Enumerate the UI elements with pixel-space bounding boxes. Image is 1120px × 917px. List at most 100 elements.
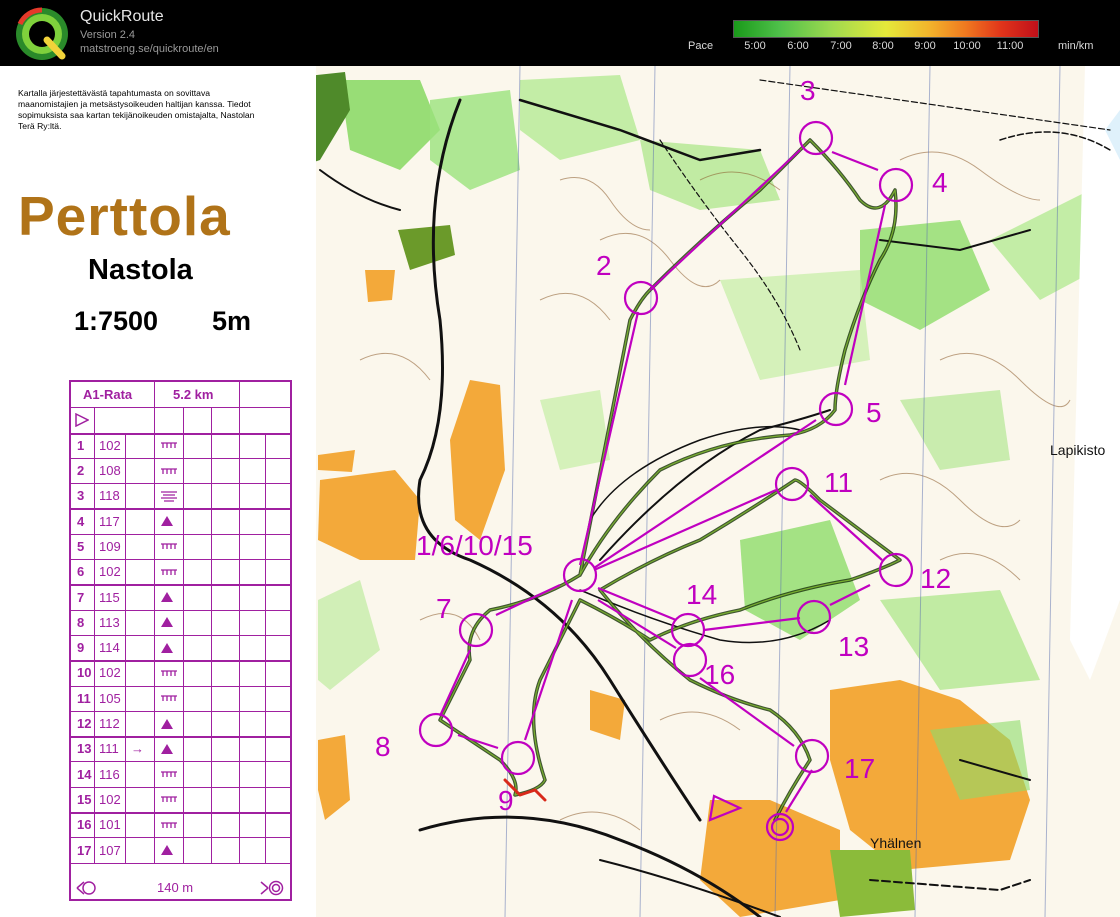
control-code: 116 <box>99 766 120 782</box>
control-code: 101 <box>99 817 121 833</box>
pace-tick: 5:00 <box>744 40 766 52</box>
cliff-icon <box>160 660 178 685</box>
knoll-icon <box>160 610 174 635</box>
app-url[interactable]: matstroeng.se/quickroute/en <box>80 43 219 55</box>
pace-tick: 11:00 <box>996 40 1024 52</box>
control-code: 115 <box>99 589 120 605</box>
pace-tick: 6:00 <box>787 40 809 52</box>
control-number: 16 <box>77 817 92 833</box>
course-name: A1-Rata <box>83 387 133 403</box>
control-number: 14 <box>77 766 92 782</box>
finish-distance: 140 m <box>157 880 194 896</box>
app-name: QuickRoute <box>80 8 164 25</box>
direction-arrow: → <box>131 741 144 757</box>
control-label: 14 <box>686 579 717 610</box>
control-number: 3 <box>77 488 85 504</box>
finish-start-icon <box>75 875 97 900</box>
pace-unit: min/km <box>1058 40 1094 52</box>
finish-row: 140 m <box>71 875 290 900</box>
control-code: 117 <box>99 513 120 529</box>
control-number: 17 <box>77 842 92 858</box>
control-row: 10 102 <box>71 660 290 687</box>
control-row: 16 101 <box>71 812 290 839</box>
knoll-icon <box>160 509 174 534</box>
control-label: 5 <box>866 397 882 428</box>
control-row: 2 108 <box>71 457 290 485</box>
control-row: 5 109 <box>71 533 290 561</box>
pace-label: Pace <box>688 40 714 52</box>
control-row: 11 105 <box>71 685 290 712</box>
control-code: 102 <box>99 665 121 681</box>
knoll-icon <box>160 711 174 736</box>
control-label: 17 <box>844 753 875 784</box>
control-number: 2 <box>77 463 85 479</box>
control-label: 12 <box>920 563 951 594</box>
control-row: 14 116 <box>71 761 290 788</box>
control-row: 13 111 → <box>71 736 290 763</box>
control-code: 107 <box>99 842 121 858</box>
control-code: 102 <box>99 791 121 807</box>
app-version: Version 2.4 <box>80 29 136 41</box>
control-number: 6 <box>77 564 85 580</box>
control-number: 5 <box>77 538 85 554</box>
control-number: 8 <box>77 614 85 630</box>
place-name: Lapikisto <box>1050 442 1105 458</box>
control-label: 9 <box>498 785 514 816</box>
description-header: A1-Rata 5.2 km <box>71 382 290 409</box>
cliff-icon <box>160 559 178 584</box>
map-scale: 1:7500 <box>74 306 159 336</box>
control-row: 6 102 <box>71 559 290 587</box>
control-row: 4 117 <box>71 508 290 535</box>
control-code: 114 <box>99 640 120 656</box>
knoll-icon <box>160 635 174 660</box>
control-code: 111 <box>99 741 119 757</box>
cliff-icon <box>160 433 178 458</box>
pace-color-scale <box>733 20 1039 38</box>
control-number: 12 <box>77 716 92 732</box>
cliff-icon <box>160 686 178 711</box>
orienteering-map[interactable]: 1/6/10/15 2 3 4 5 7 8 9 11 12 13 14 16 1… <box>256 66 1120 917</box>
pace-tick: 10:00 <box>953 40 981 52</box>
control-label: 4 <box>932 167 948 198</box>
place-name: Yhälnen <box>870 835 921 851</box>
pace-tick: 7:00 <box>830 40 852 52</box>
control-label: 3 <box>800 75 816 106</box>
start-triangle-icon <box>75 407 89 432</box>
course-length: 5.2 km <box>173 387 214 403</box>
control-row: 17 107 <box>71 837 290 864</box>
control-label: 11 <box>824 467 853 498</box>
control-code: 108 <box>99 463 121 479</box>
control-code: 105 <box>99 690 121 706</box>
control-code: 102 <box>99 564 121 580</box>
cliff-icon <box>160 812 178 837</box>
control-row: 9 114 <box>71 635 290 663</box>
knoll-icon <box>160 584 174 609</box>
control-label: 1/6/10/15 <box>416 530 533 561</box>
control-label: 2 <box>596 250 612 281</box>
control-number: 13 <box>77 741 92 757</box>
control-number: 9 <box>77 640 85 656</box>
event-place: Nastola <box>88 254 193 286</box>
control-label: 7 <box>436 593 452 624</box>
control-row: 3 118 <box>71 483 290 511</box>
control-row: 8 113 <box>71 609 290 636</box>
map-permission-note: Kartalla järjestettävästä tapahtumasta o… <box>18 88 255 131</box>
control-row: 12 112 <box>71 710 290 739</box>
pace-ticks: 5:00 6:00 7:00 8:00 9:00 10:00 11:00 <box>733 40 1037 54</box>
map-canvas[interactable]: 1/6/10/15 2 3 4 5 7 8 9 11 12 13 14 16 1… <box>256 66 1120 917</box>
knoll-icon <box>160 837 174 862</box>
finish-icon <box>259 875 285 900</box>
control-code: 102 <box>99 437 121 453</box>
cliff-icon <box>160 787 178 812</box>
knoll-icon <box>160 736 174 761</box>
cliff-icon <box>160 762 178 787</box>
control-row: 1 102 <box>71 432 290 459</box>
app-header: QuickRoute Version 2.4 matstroeng.se/qui… <box>0 0 1120 66</box>
pace-tick: 8:00 <box>872 40 894 52</box>
control-number: 1 <box>77 437 85 453</box>
control-label: 16 <box>704 659 735 690</box>
quickroute-logo <box>16 7 68 60</box>
control-number: 7 <box>77 589 85 605</box>
contour-interval: 5m <box>212 306 252 336</box>
control-number: 11 <box>77 690 91 706</box>
